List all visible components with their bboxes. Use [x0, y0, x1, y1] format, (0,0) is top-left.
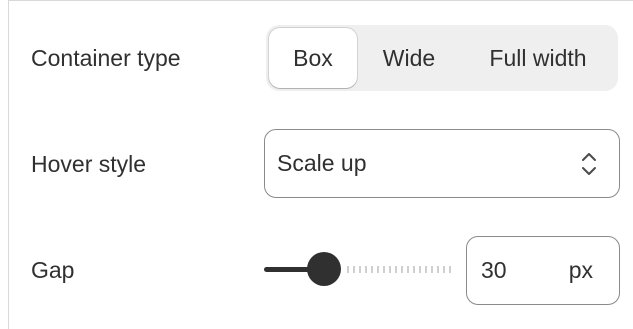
container-type-option-box[interactable]: Box — [269, 28, 357, 88]
container-type-label: Container type — [31, 45, 181, 71]
gap-slider-track-empty — [347, 266, 452, 273]
chevron-up-down-icon — [582, 152, 596, 175]
hover-style-label: Hover style — [31, 151, 147, 177]
panel-top-divider — [8, 0, 633, 1]
container-type-option-wide[interactable]: Wide — [357, 28, 461, 88]
gap-number-field[interactable]: px — [466, 236, 620, 305]
container-type-option-full-width[interactable]: Full width — [461, 28, 615, 88]
panel-left-divider — [8, 0, 9, 329]
gap-slider-thumb[interactable] — [307, 252, 341, 286]
gap-label: Gap — [31, 257, 75, 283]
settings-panel: Container type Box Wide Full width Hover… — [0, 0, 633, 329]
gap-number-input[interactable] — [481, 257, 541, 284]
gap-unit-suffix: px — [568, 257, 593, 283]
hover-style-value: Scale up — [277, 150, 367, 176]
container-type-segmented-control: Box Wide Full width — [266, 25, 618, 91]
gap-slider[interactable] — [264, 252, 452, 286]
hover-style-select[interactable]: Scale up — [264, 129, 620, 198]
